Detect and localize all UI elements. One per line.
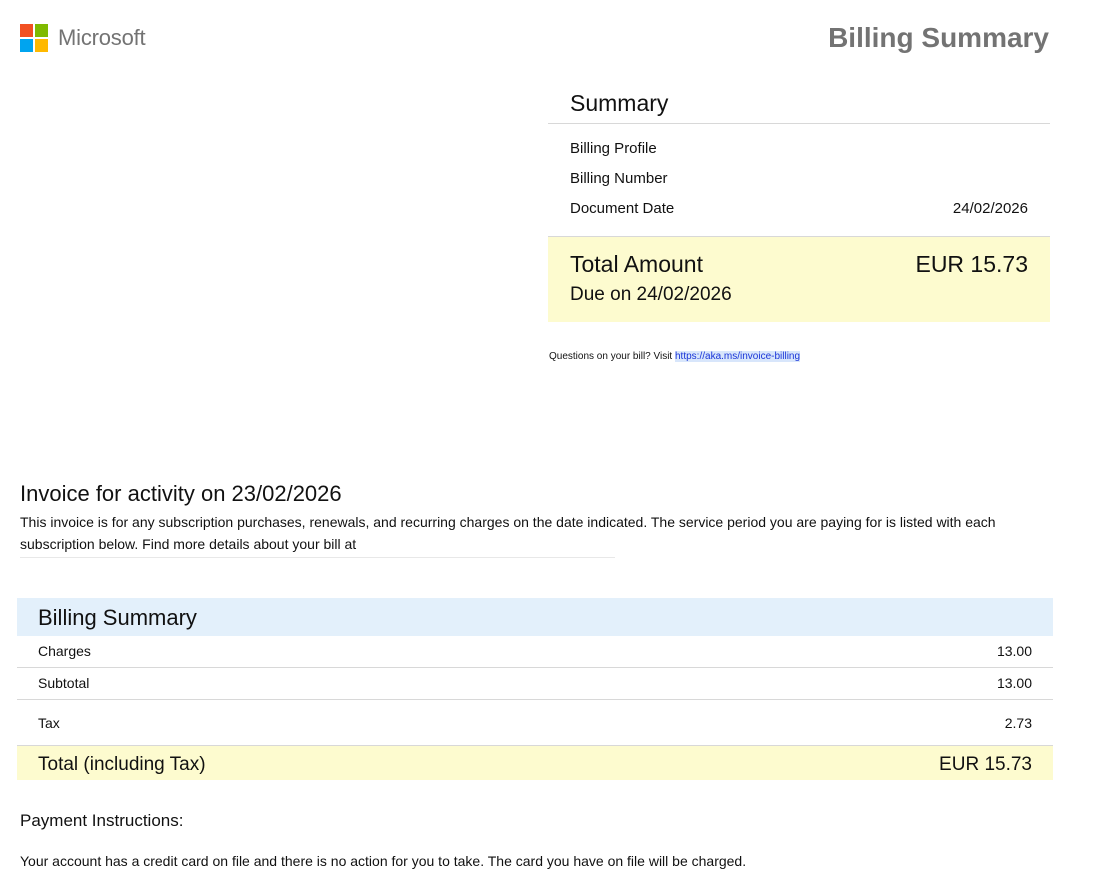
summary-row-label: Billing Number [570, 170, 668, 187]
summary-row-value: 24/02/2026 [952, 200, 1028, 217]
divider [20, 557, 615, 558]
billing-row-subtotal: Subtotal 13.00 [17, 668, 1053, 700]
total-amount-box: Total Amount EUR 15.73 Due on 24/02/2026 [548, 237, 1050, 322]
summary-row-document-date: Document Date 24/02/2026 [570, 194, 1028, 224]
billing-row-label: Subtotal [38, 675, 90, 691]
billing-row-label: Charges [38, 643, 91, 659]
total-amount-line: Total Amount EUR 15.73 [570, 251, 1028, 278]
due-date: Due on 24/02/2026 [570, 284, 732, 305]
summary-row-label: Document Date [570, 200, 675, 217]
summary-details: Billing Profile Billing Number Document … [548, 124, 1050, 237]
billing-total-label: Total (including Tax) [38, 754, 206, 775]
questions-note: Questions on your bill? Visit https://ak… [549, 351, 801, 362]
summary-row-label: Billing Profile [570, 140, 657, 157]
brand-name: Microsoft [58, 25, 146, 50]
summary-row-billing-profile: Billing Profile [570, 134, 1028, 164]
billing-row-value: 2.73 [1004, 715, 1032, 731]
billing-row-label: Tax [38, 715, 60, 731]
total-amount-label: Total Amount [570, 251, 703, 277]
payment-instructions-heading: Payment Instructions: [20, 811, 184, 830]
billing-row-value: 13.00 [996, 643, 1032, 659]
invoice-heading: Invoice for activity on 23/02/2026 [20, 481, 342, 506]
microsoft-logo: Microsoft [20, 24, 146, 52]
summary-heading: Summary [548, 86, 1050, 124]
total-amount-value: EUR 15.73 [915, 251, 1028, 277]
payment-instructions-text: Your account has a credit card on file a… [20, 853, 747, 869]
billing-summary-table: Billing Summary Charges 13.00 Subtotal 1… [17, 598, 1053, 780]
billing-row-value: 13.00 [996, 675, 1032, 691]
questions-text: Questions on your bill? Visit [549, 351, 673, 362]
invoice-description: This invoice is for any subscription pur… [20, 514, 996, 552]
microsoft-logo-icon [20, 24, 48, 52]
billing-summary-heading: Billing Summary [17, 598, 1053, 636]
document-title: Billing Summary [828, 22, 1049, 53]
billing-total-row: Total (including Tax) EUR 15.73 [17, 746, 1053, 780]
invoice-billing-link[interactable]: https://aka.ms/invoice-billing [675, 351, 801, 362]
billing-total-value: EUR 15.73 [939, 754, 1032, 775]
invoice-section: Invoice for activity on 23/02/2026 This … [20, 481, 1050, 558]
billing-row-charges: Charges 13.00 [17, 636, 1053, 668]
summary-row-billing-number: Billing Number [570, 164, 1028, 194]
summary-section: Summary Billing Profile Billing Number D… [548, 86, 1050, 322]
billing-row-tax: Tax 2.73 [17, 700, 1053, 746]
